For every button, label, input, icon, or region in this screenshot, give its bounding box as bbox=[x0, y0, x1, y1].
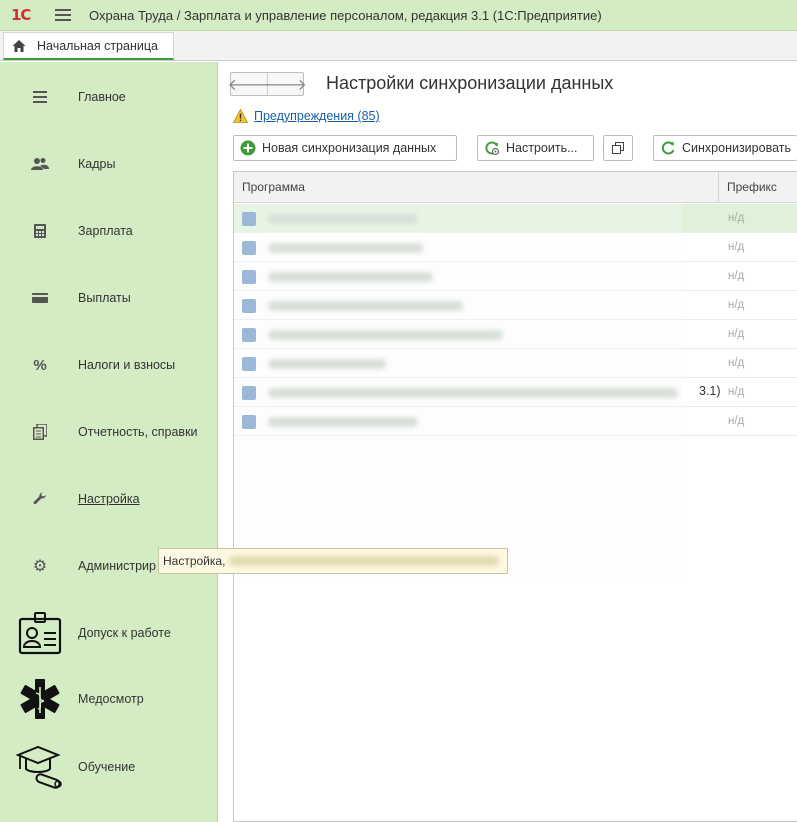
warnings: Предупреждения (85) bbox=[233, 109, 380, 123]
configure-button[interactable]: Настроить... bbox=[477, 135, 594, 161]
sidebar-item-reports[interactable]: Отчетность, справки bbox=[0, 407, 218, 457]
sidebar-item-payments[interactable]: Выплаты bbox=[0, 273, 218, 323]
history-nav: 🡐 🡒 bbox=[228, 72, 307, 96]
tab-home-label: Начальная страница bbox=[37, 38, 158, 53]
tab-home[interactable]: Начальная страница bbox=[3, 32, 174, 60]
sync-table: Программа Префикс н/д н/д н/д н/д н/д н/… bbox=[233, 171, 797, 822]
home-icon bbox=[12, 39, 26, 52]
prefix-cell: н/д bbox=[728, 270, 745, 282]
prefix-cell: н/д bbox=[728, 386, 745, 398]
sidebar-item-label: Допуск к работе bbox=[78, 626, 171, 640]
sidebar-item-label: Настройка bbox=[78, 492, 140, 506]
sidebar-item-label: Выплаты bbox=[78, 291, 131, 305]
wallet-icon bbox=[30, 288, 50, 308]
main-menu-icon[interactable] bbox=[55, 9, 71, 21]
column-divider bbox=[718, 172, 719, 203]
add-circle-icon bbox=[240, 140, 256, 156]
title-bar: 1С Охрана Труда / Зарплата и управление … bbox=[0, 0, 797, 31]
badge-icon bbox=[16, 609, 64, 657]
sidebar-item-work-admission[interactable]: Допуск к работе bbox=[0, 608, 218, 658]
refresh-icon bbox=[661, 141, 675, 155]
synchronize-label: Синхронизировать bbox=[682, 141, 791, 155]
sidebar-item-label: Администрир bbox=[78, 559, 156, 573]
sidebar-item-main[interactable]: Главное bbox=[0, 72, 218, 122]
sidebar-item-medical[interactable]: Медосмотр bbox=[0, 674, 218, 724]
prefix-cell: н/д bbox=[728, 241, 745, 253]
tooltip-text: Настройка, bbox=[163, 554, 226, 568]
sidebar-item-personnel[interactable]: Кадры bbox=[0, 139, 218, 189]
warning-icon bbox=[233, 109, 248, 123]
documents-icon bbox=[30, 422, 50, 442]
open-window-icon bbox=[612, 142, 624, 154]
configure-label: Настроить... bbox=[506, 141, 578, 155]
sidebar-item-taxes[interactable]: % Налоги и взносы bbox=[0, 340, 218, 390]
sidebar: Главное Кадры Зарплата Выплаты % Налоги … bbox=[0, 62, 218, 822]
table-header: Программа Префикс bbox=[234, 172, 797, 203]
blurred-area bbox=[234, 204, 682, 584]
graduation-cap-icon bbox=[16, 743, 64, 791]
synchronize-button[interactable]: Синхронизировать bbox=[653, 135, 797, 161]
percent-icon: % bbox=[33, 356, 47, 374]
prefix-cell: н/д bbox=[728, 415, 745, 427]
open-in-window-button[interactable] bbox=[603, 135, 633, 161]
column-program[interactable]: Программа bbox=[242, 180, 305, 194]
wrench-icon bbox=[30, 489, 50, 509]
sidebar-item-label: Кадры bbox=[78, 157, 116, 171]
tooltip-hidden-text bbox=[229, 556, 500, 566]
new-sync-label: Новая синхронизация данных bbox=[262, 141, 437, 155]
sidebar-tooltip: Настройка, bbox=[158, 548, 509, 574]
back-arrow-icon[interactable]: 🡐 bbox=[228, 73, 271, 95]
prefix-cell: н/д bbox=[728, 357, 745, 369]
sidebar-item-label: Медосмотр bbox=[78, 692, 144, 706]
sidebar-item-label: Отчетность, справки bbox=[78, 425, 198, 439]
new-sync-button[interactable]: Новая синхронизация данных bbox=[233, 135, 457, 161]
prefix-cell: н/д bbox=[728, 328, 745, 340]
sync-settings-icon bbox=[485, 141, 500, 156]
column-prefix[interactable]: Префикс bbox=[727, 180, 777, 194]
prefix-cell: н/д bbox=[728, 212, 745, 224]
sidebar-item-label: Налоги и взносы bbox=[78, 358, 176, 372]
program-name-suffix: 3.1) bbox=[699, 384, 721, 398]
gear-icon: ⚙ bbox=[32, 558, 48, 575]
sidebar-item-salary[interactable]: Зарплата bbox=[0, 206, 218, 256]
sidebar-item-label: Обучение bbox=[78, 760, 136, 774]
window-title: Охрана Труда / Зарплата и управление пер… bbox=[89, 7, 602, 23]
tabs-bar: Начальная страница bbox=[0, 31, 797, 61]
sidebar-item-settings[interactable]: Настройка bbox=[0, 474, 218, 524]
sidebar-item-label: Зарплата bbox=[78, 224, 133, 238]
medical-star-icon bbox=[16, 675, 64, 723]
warnings-link[interactable]: Предупреждения (85) bbox=[254, 109, 380, 123]
people-icon bbox=[30, 154, 50, 174]
sidebar-item-label: Главное bbox=[78, 90, 126, 104]
app-logo[interactable]: 1С bbox=[11, 6, 45, 24]
menu-lines-icon bbox=[30, 87, 50, 107]
page-title: Настройки синхронизации данных bbox=[326, 73, 614, 93]
forward-arrow-icon[interactable]: 🡒 bbox=[264, 73, 307, 95]
calculator-icon bbox=[30, 221, 50, 241]
sidebar-item-training[interactable]: Обучение bbox=[0, 742, 218, 792]
prefix-cell: н/д bbox=[728, 299, 745, 311]
